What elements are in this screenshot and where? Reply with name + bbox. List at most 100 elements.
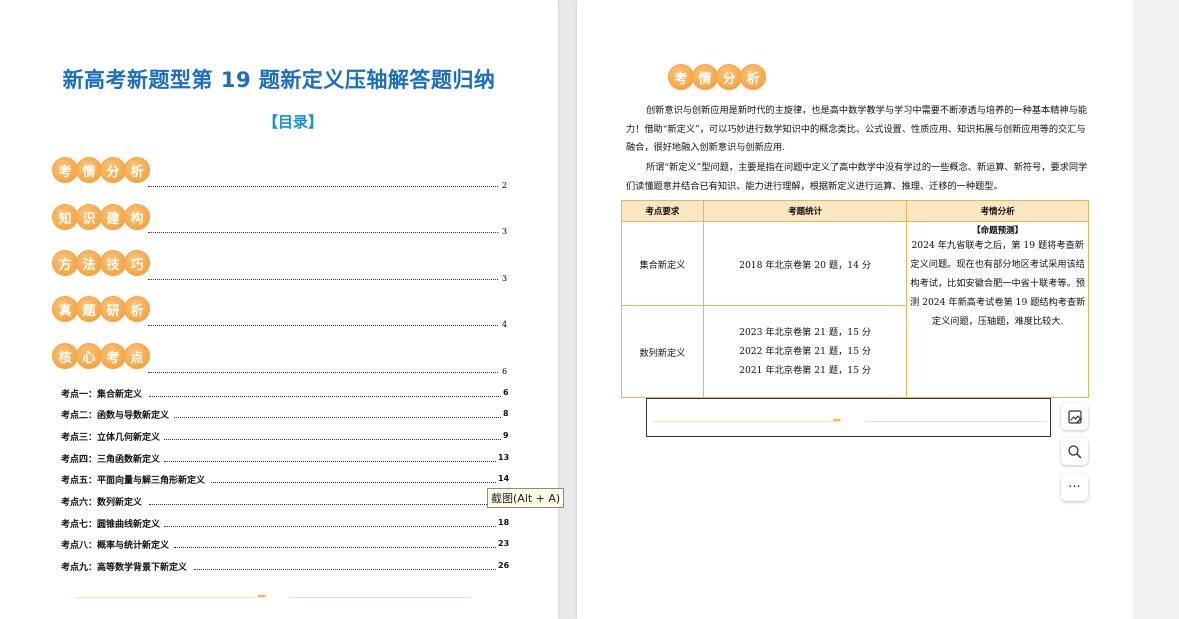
exam-analysis-table: 考点要求 考题统计 考情分析 集合新定义 2018 年北京卷第 20 题，14 …: [621, 200, 1089, 398]
toc-page-number: 6: [503, 388, 509, 397]
toc-page-number: 14: [498, 474, 510, 483]
prediction-text: 2024 年九省联考之后，第 19 题将考查新定义问题。现在也有部分地区考试采用…: [909, 240, 1086, 327]
footer-arrows-icon: ▸▸▸: [258, 592, 266, 600]
toc-item[interactable]: 考点九：高等数学背景下新定义 26: [61, 560, 509, 573]
toc-dotted-leader: [148, 325, 498, 326]
toc-page-number: 4: [502, 320, 508, 329]
badge-char: 情: [76, 157, 102, 183]
toc-item-label: 考点六：数列新定义: [61, 498, 143, 508]
table-cell-requirement: 集合新定义: [621, 221, 704, 306]
stat-line: 2021 年北京卷第 21 题，15 分: [739, 365, 872, 376]
prediction-title: 【命题预测】: [972, 226, 1024, 236]
scroll-area[interactable]: [1133, 0, 1179, 619]
image-edit-button[interactable]: [1061, 403, 1088, 430]
toc-page-number: 18: [498, 518, 510, 527]
toc-dotted-leader: [164, 461, 496, 462]
toc-item-label: 考点八：概率与统计新定义: [61, 541, 170, 551]
section-badge-analysis-right: 考 情 分 析: [668, 64, 766, 90]
badge-char: 研: [100, 296, 126, 322]
footer-rule: [291, 597, 471, 598]
section-badge-analysis[interactable]: 考 情 分 析: [52, 157, 150, 183]
toc-dotted-leader: [164, 439, 501, 440]
toc-item[interactable]: 考点八：概率与统计新定义 23: [61, 538, 509, 551]
badge-char: 巧: [124, 250, 150, 276]
toc-item[interactable]: 考点四：三角函数新定义 13: [61, 452, 509, 465]
page-footer-box: ▸▸▸: [646, 398, 1051, 437]
badge-char: 构: [124, 204, 150, 230]
badge-char: 分: [100, 157, 126, 183]
badge-char: 心: [76, 343, 102, 369]
intro-paragraph-1: 创新意识与创新应用是新时代的主旋律，也是高中数学教学与学习中需要不断渗透与培养的…: [626, 105, 1087, 153]
toc-item[interactable]: 考点六：数列新定义: [61, 495, 487, 508]
badge-char: 析: [124, 157, 150, 183]
badge-char: 识: [76, 204, 102, 230]
table-header: 考情分析: [906, 200, 1089, 222]
toc-dotted-leader: [164, 526, 496, 527]
badge-char: 析: [124, 296, 150, 322]
toc-item[interactable]: 考点五：平面向量与解三角形新定义 14: [61, 473, 509, 486]
badge-char: 分: [716, 64, 742, 90]
toc-page-number: 3: [502, 227, 508, 236]
badge-char: 知: [52, 204, 78, 230]
badge-char: 考: [668, 64, 694, 90]
badge-char: 方: [52, 250, 78, 276]
table-header: 考题统计: [702, 200, 908, 222]
search-button[interactable]: [1061, 438, 1088, 465]
toc-item-label: 考点三：立体几何新定义: [61, 433, 161, 443]
toc-dotted-leader: [148, 186, 498, 187]
footer-arrows-icon: ▸▸▸: [833, 416, 841, 424]
screenshot-tooltip: 截图(Alt + A): [487, 488, 565, 508]
badge-char: 题: [76, 296, 102, 322]
toc-dotted-leader: [149, 504, 487, 505]
search-icon: [1067, 444, 1082, 459]
badge-char: 考: [52, 157, 78, 183]
toc-page-number: 2: [502, 181, 508, 190]
toc-page-number: 26: [498, 561, 510, 570]
table-cell-analysis: 【命题预测】 2024 年九省联考之后，第 19 题将考查新定义问题。现在也有部…: [906, 221, 1089, 398]
toc-item[interactable]: 考点七：圆锥曲线新定义 18: [61, 517, 509, 530]
toc-item-label: 考点一：集合新定义: [61, 390, 143, 400]
footer-rule: [867, 421, 1045, 422]
stat-line: 2022 年北京卷第 21 题，15 分: [739, 346, 872, 357]
table-header: 考点要求: [621, 200, 704, 222]
toc-dotted-leader: [194, 569, 496, 570]
toc-page-number: 3: [502, 274, 508, 283]
toc-item[interactable]: 考点二：函数与导数新定义 8: [61, 408, 509, 421]
table-row: 集合新定义 2018 年北京卷第 20 题，14 分 【命题预测】 2024 年…: [621, 221, 1089, 398]
stat-line: 2018 年北京卷第 20 题，14 分: [739, 259, 872, 271]
badge-char: 情: [692, 64, 718, 90]
toc-item[interactable]: 考点一：集合新定义 6: [61, 387, 509, 400]
more-icon: ···: [1068, 480, 1081, 495]
toc-page-number: 13: [498, 453, 510, 462]
badge-char: 法: [76, 250, 102, 276]
table-cell-stats: 2018 年北京卷第 20 题，14 分: [702, 221, 908, 306]
section-badge-methods[interactable]: 方 法 技 巧: [52, 250, 150, 276]
intro-paragraph-2: 所谓“新定义”型问题，主要是指在问题中定义了高中数学中没有学过的一些概念、新运算…: [626, 162, 1088, 192]
toc-item[interactable]: 考点三：立体几何新定义 9: [61, 430, 509, 443]
badge-char: 建: [100, 204, 126, 230]
section-badge-core-points[interactable]: 核 心 考 点: [52, 343, 150, 369]
section-badge-exam-study[interactable]: 真 题 研 析: [52, 296, 150, 322]
image-edit-icon: [1067, 409, 1082, 424]
toc-page-number: 6: [502, 367, 508, 376]
toc-dotted-leader: [148, 232, 498, 233]
toc-item-label: 考点九：高等数学背景下新定义: [61, 563, 188, 573]
toc-dotted-leader: [174, 417, 501, 418]
badge-char: 核: [52, 343, 78, 369]
footer-rule: [75, 597, 255, 598]
document-title: 新高考新题型第 19 题新定义压轴解答题归纳: [62, 68, 496, 92]
toc-page-number: 9: [503, 431, 509, 440]
toc-dotted-leader: [149, 396, 501, 397]
toc-dotted-leader: [174, 547, 496, 548]
more-button[interactable]: ···: [1061, 474, 1088, 501]
toc-page-number: 23: [498, 539, 510, 548]
section-badge-knowledge[interactable]: 知 识 建 构: [52, 204, 150, 230]
table-cell-requirement: 数列新定义: [621, 305, 704, 398]
badge-char: 点: [124, 343, 150, 369]
table-cell-stats: 2023 年北京卷第 21 题，15 分 2022 年北京卷第 21 题，15 …: [702, 305, 908, 398]
badge-char: 考: [100, 343, 126, 369]
stat-line: 2023 年北京卷第 21 题，15 分: [739, 327, 872, 338]
toc-dotted-leader: [148, 372, 498, 373]
badge-char: 析: [740, 64, 766, 90]
toc-dotted-leader: [148, 279, 498, 280]
